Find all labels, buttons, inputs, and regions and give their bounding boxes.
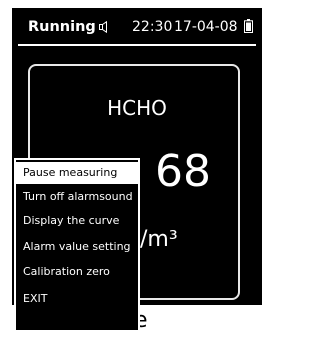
concentration-value: 68 <box>155 146 211 197</box>
concentration-unit: /m³ <box>140 227 178 252</box>
speaker-muted-icon <box>99 20 109 34</box>
menu-item-exit[interactable]: EXIT <box>16 288 138 310</box>
menu-item-calibration-zero[interactable]: Calibration zero <box>16 261 138 283</box>
menu-item-pause-measuring[interactable]: Pause measuring <box>16 162 138 184</box>
gas-name: HCHO <box>107 96 167 120</box>
menu-item-turn-off-alarmsound[interactable]: Turn off alarmsound <box>16 186 138 208</box>
menu-item-alarm-value-setting[interactable]: Alarm value setting <box>16 236 138 258</box>
status-bar: Running 22:30 17-04-08 <box>12 8 262 46</box>
popup-menu: Pause measuring Turn off alarmsound Disp… <box>14 158 140 332</box>
status-divider <box>18 44 256 46</box>
status-label: Running <box>28 19 96 35</box>
clock-time: 22:30 <box>132 19 173 35</box>
clock-date: 17-04-08 <box>174 19 238 35</box>
battery-icon <box>244 19 253 33</box>
menu-item-display-curve[interactable]: Display the curve <box>16 210 138 232</box>
device-screen: Running 22:30 17-04-08 HCHO 68 /m³ e Pau… <box>12 8 262 342</box>
